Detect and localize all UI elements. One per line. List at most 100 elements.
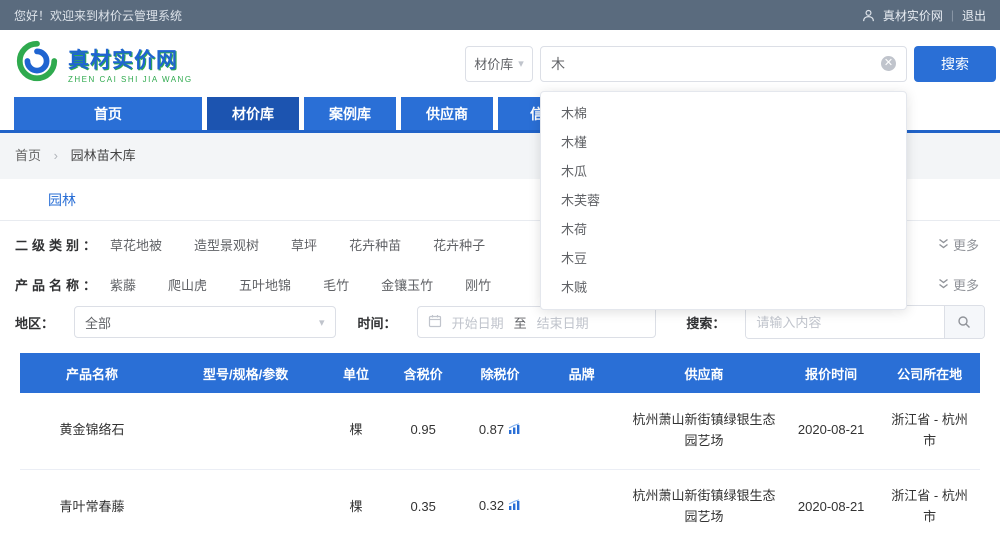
filter-product-item[interactable]: 金镶玉竹 [381,275,433,294]
filter-product-label: 产品名称： [15,275,100,294]
cell-location: 浙江省 - 杭州市 [879,393,980,469]
topbar: 您好！欢迎来到材价云管理系统 真材实价网 | 退出 [0,0,1000,30]
date-range-picker[interactable]: 开始日期 至 结束日期 [417,306,657,338]
calendar-icon [428,314,442,331]
product-more-label: 更多 [953,275,979,294]
nav-item-material-price[interactable]: 材价库 [207,97,299,130]
end-date-placeholder[interactable]: 结束日期 [537,313,589,332]
page: 您好！欢迎来到材价云管理系统 真材实价网 | 退出 真材实价网 ZHEN CAI… [0,0,1000,539]
site-logo[interactable]: 真材实价网 ZHEN CAI SHI JIA WANG [14,38,193,89]
header-search-area: 材价库 ▾ ✕ 木棉 木槿 木瓜 木芙蓉 木荷 木豆 木贼 搜索 [465,46,996,82]
breadcrumb-separator: › [54,148,58,163]
suggestion-item[interactable]: 木豆 [541,244,906,273]
category-more-link[interactable]: 更多 [938,235,985,254]
col-header-unit: 单位 [327,353,385,393]
filter-category-item[interactable]: 造型景观树 [194,235,259,254]
filter-category-item[interactable]: 草坪 [291,235,317,254]
logout-link[interactable]: 退出 [962,7,986,24]
region-select[interactable]: 全部 ▾ [74,306,336,338]
tab-garden[interactable]: 园林 [30,179,94,220]
logo-swirl-icon [14,38,60,89]
clear-icon[interactable]: ✕ [881,56,896,71]
filter-product-item[interactable]: 刚竹 [465,275,491,294]
chevron-down-icon: ▾ [319,316,325,329]
col-header-price-no-tax: 除税价 [462,353,539,393]
header: 真材实价网 ZHEN CAI SHI JIA WANG 材价库 ▾ ✕ 木棉 木… [0,30,1000,97]
table-row: 黄金锦络石 棵 0.95 0.87 杭州萧山新街镇绿银生态园艺场 2020-08… [20,393,980,469]
breadcrumb-current: 园林苗木库 [71,148,136,163]
breadcrumb-home[interactable]: 首页 [15,148,41,163]
topbar-divider: | [951,8,954,22]
cell-spec [164,393,327,469]
search-input-box: ✕ [540,46,907,82]
date-to-label: 至 [514,313,527,332]
col-header-brand: 品牌 [538,353,624,393]
cell-price-tax: 0.35 [385,469,462,539]
region-value: 全部 [85,313,111,332]
filter-product-item[interactable]: 五叶地锦 [239,275,291,294]
search-button[interactable]: 搜索 [914,46,996,82]
table-row: 青叶常春藤 棵 0.35 0.32 杭州萧山新街镇绿银生态园艺场 2020-08… [20,469,980,539]
category-more-label: 更多 [953,235,979,254]
double-chevron-down-icon [938,238,949,250]
suggestion-item[interactable]: 木槿 [541,128,906,157]
cell-product-name: 青叶常春藤 [20,469,164,539]
cell-location: 浙江省 - 杭州市 [879,469,980,539]
keyword-label: 搜索： [686,313,725,332]
price-table: 产品名称 型号/规格/参数 单位 含税价 除税价 品牌 供应商 报价时间 公司所… [20,353,980,539]
col-header-price-tax: 含税价 [385,353,462,393]
cell-supplier: 杭州萧山新街镇绿银生态园艺场 [625,393,783,469]
cell-product-name: 黄金锦络石 [20,393,164,469]
col-header-spec: 型号/规格/参数 [164,353,327,393]
suggestion-item[interactable]: 木芙蓉 [541,186,906,215]
col-header-name: 产品名称 [20,353,164,393]
time-label: 时间： [358,313,397,332]
double-chevron-down-icon [938,278,949,290]
search-suggestions-dropdown: 木棉 木槿 木瓜 木芙蓉 木荷 木豆 木贼 [540,91,907,310]
filter-product-item[interactable]: 毛竹 [323,275,349,294]
filter-category-item[interactable]: 花卉种苗 [349,235,401,254]
table-header-row: 产品名称 型号/规格/参数 单位 含税价 除税价 品牌 供应商 报价时间 公司所… [20,353,980,393]
filter-category-item[interactable]: 花卉种子 [433,235,485,254]
col-header-location: 公司所在地 [879,353,980,393]
filter-category-label: 二级类别： [15,235,100,254]
region-label: 地区： [15,313,54,332]
col-header-date: 报价时间 [783,353,879,393]
filter-product-item[interactable]: 紫藤 [110,275,136,294]
logo-title: 真材实价网 [68,44,193,74]
cell-unit: 棵 [327,393,385,469]
search-category-value: 材价库 [474,54,513,73]
suggestion-item[interactable]: 木贼 [541,273,906,302]
suggestion-item[interactable]: 木棉 [541,99,906,128]
user-icon [862,9,875,22]
keyword-search-button[interactable] [944,306,984,338]
price-trend-chart-icon[interactable] [508,497,521,518]
start-date-placeholder[interactable]: 开始日期 [452,313,504,332]
cell-date: 2020-08-21 [783,393,879,469]
nav-item-suppliers[interactable]: 供应商 [401,97,493,130]
nav-item-home[interactable]: 首页 [14,97,202,130]
product-more-link[interactable]: 更多 [938,275,985,294]
cell-price-tax: 0.95 [385,393,462,469]
nav-item-cases[interactable]: 案例库 [304,97,396,130]
logo-text: 真材实价网 ZHEN CAI SHI JIA WANG [68,44,193,84]
price-trend-chart-icon[interactable] [508,421,521,442]
col-header-supplier: 供应商 [625,353,783,393]
site-home-link[interactable]: 真材实价网 [883,7,943,24]
cell-price-no-tax: 0.87 [462,393,539,469]
suggestion-item[interactable]: 木瓜 [541,157,906,186]
filter-product-item[interactable]: 爬山虎 [168,275,207,294]
cell-supplier: 杭州萧山新街镇绿银生态园艺场 [625,469,783,539]
search-category-select[interactable]: 材价库 ▾ [465,46,533,82]
chevron-down-icon: ▾ [518,57,524,70]
keyword-input[interactable] [746,306,944,338]
cell-brand [538,469,624,539]
welcome-text: 您好！欢迎来到材价云管理系统 [14,7,182,24]
search-input[interactable] [551,56,881,72]
cell-date: 2020-08-21 [783,469,879,539]
cell-brand [538,393,624,469]
topbar-right: 真材实价网 | 退出 [862,7,986,24]
suggestion-item[interactable]: 木荷 [541,215,906,244]
filter-category-item[interactable]: 草花地被 [110,235,162,254]
keyword-search-box [745,305,985,339]
